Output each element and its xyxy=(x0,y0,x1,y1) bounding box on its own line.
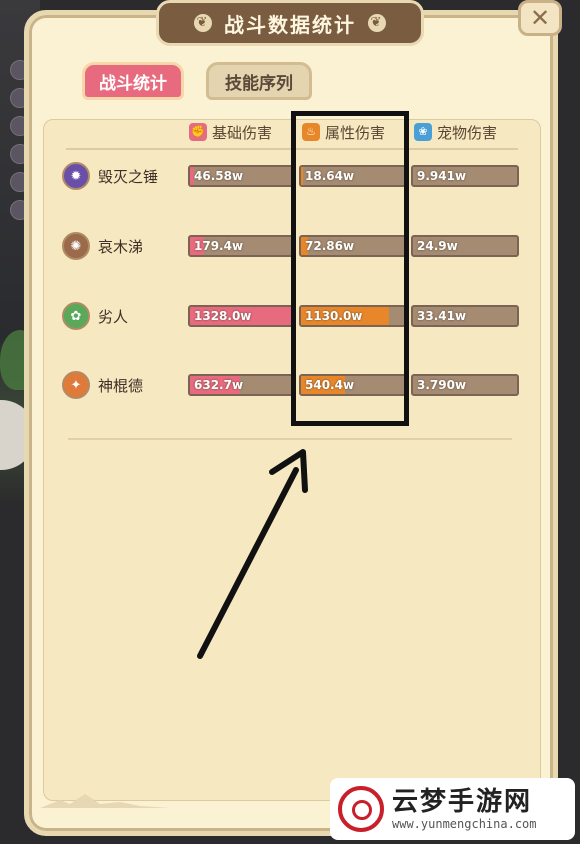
annotation-arrow-icon xyxy=(197,449,308,659)
watermark-logo-icon xyxy=(338,786,384,832)
watermark-url: www.yunmengchina.com xyxy=(392,817,537,831)
watermark-text: 云梦手游网 www.yunmengchina.com xyxy=(392,787,537,831)
watermark: 云梦手游网 www.yunmengchina.com xyxy=(330,778,575,840)
watermark-title: 云梦手游网 xyxy=(392,787,533,817)
